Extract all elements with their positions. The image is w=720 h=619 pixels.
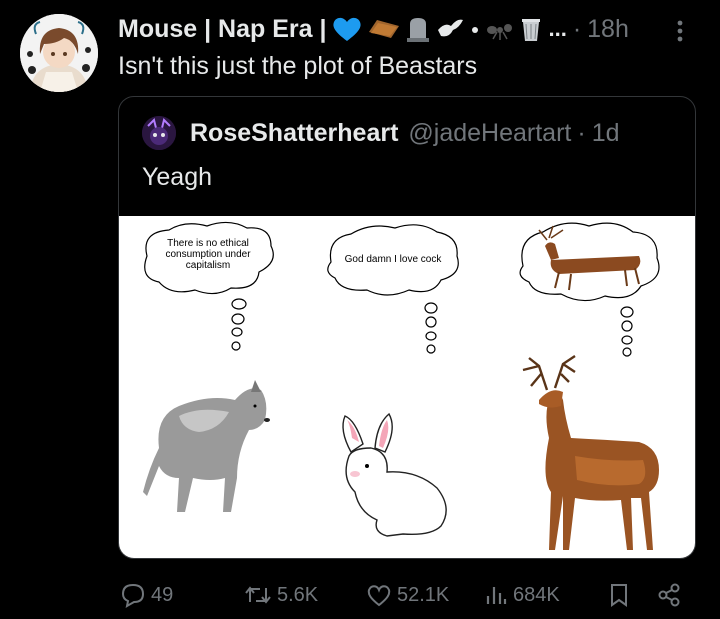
rabbit-eye	[365, 464, 369, 468]
wolf-bubble-text: There is no ethical consumption under ca…	[165, 238, 251, 271]
views-icon	[486, 587, 507, 604]
like-button[interactable]: 52.1K	[366, 578, 449, 612]
more-icon	[677, 20, 683, 42]
repost-button[interactable]: 5.6K	[244, 578, 318, 612]
deer-drawing	[522, 355, 665, 550]
separator-dot-icon	[472, 27, 479, 33]
coffin-icon	[369, 20, 400, 38]
name-emoji-group	[332, 16, 542, 42]
rabbit-bubble-text: God damn I love cock	[344, 254, 442, 265]
tweet-action-bar: 49 5.6K 52.1K 684K	[0, 578, 720, 612]
more-options-button[interactable]	[670, 16, 690, 46]
views-count: 684K	[513, 583, 560, 606]
quoted-author-display-name[interactable]: RoseShatterheart	[190, 119, 398, 148]
header-separator: ·	[572, 14, 582, 43]
reply-button[interactable]: 49	[120, 578, 173, 612]
share-icon	[658, 583, 680, 607]
deer-thought-bubble	[519, 222, 660, 357]
quoted-timestamp[interactable]: 1d	[592, 119, 620, 148]
wolf-drawing	[143, 380, 270, 512]
repost-icon	[245, 586, 271, 604]
bookmark-button[interactable]	[608, 578, 635, 612]
author-avatar[interactable]	[20, 14, 98, 92]
dove-icon	[438, 19, 464, 37]
quoted-tweet-header: RoseShatterheart @jadeHeartart · 1d	[142, 116, 620, 150]
views-button[interactable]: 684K	[484, 578, 560, 612]
author-display-name[interactable]: Mouse | Nap Era |	[118, 15, 326, 44]
rabbit-cheek	[350, 471, 360, 477]
quoted-author-avatar[interactable]	[142, 116, 176, 150]
headstone-icon	[407, 18, 430, 42]
quoted-tweet[interactable]: RoseShatterheart @jadeHeartart · 1d Yeag…	[118, 96, 696, 559]
reply-count: 49	[151, 583, 174, 606]
like-count: 52.1K	[397, 583, 450, 606]
blue-heart-icon	[333, 17, 362, 41]
repost-count: 5.6K	[277, 583, 319, 606]
tweet-header: Mouse | Nap Era | ... · 18h	[118, 12, 629, 46]
wastebasket-icon	[522, 19, 541, 41]
tweet-text: Isn't this just the plot of Beastars	[118, 52, 478, 80]
quoted-author-handle[interactable]: @jadeHeartart	[408, 119, 571, 148]
quoted-avatar-illustration	[142, 116, 176, 150]
avatar-illustration	[20, 14, 98, 92]
quoted-meme-image[interactable]: There is no ethical consumption under ca…	[119, 216, 695, 558]
bookmark-icon	[611, 584, 627, 607]
tweet-timestamp[interactable]: 18h	[587, 15, 629, 44]
reply-icon	[121, 583, 145, 608]
rabbit-thought-bubble	[327, 224, 459, 354]
share-button[interactable]	[656, 578, 687, 612]
name-overflow: ...	[548, 16, 567, 41]
quoted-tweet-text: Yeagh	[142, 163, 212, 191]
like-icon	[367, 585, 391, 607]
quoted-header-separator: ·	[577, 118, 586, 147]
ant-icon	[487, 24, 513, 40]
